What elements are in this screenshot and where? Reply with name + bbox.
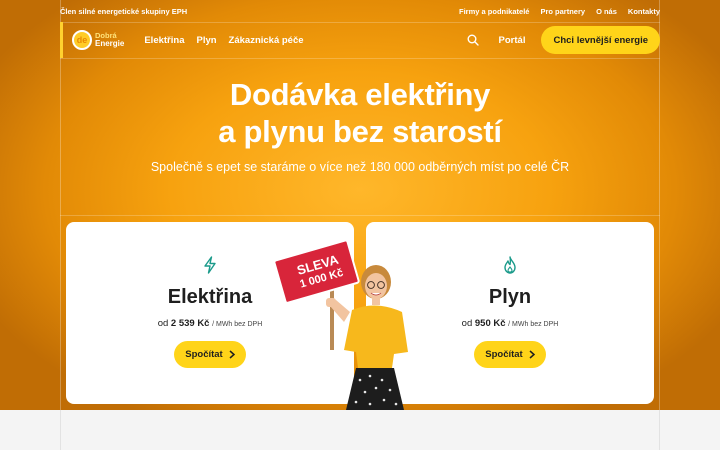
calculate-gas-button[interactable]: Spočítat xyxy=(474,341,546,368)
price-value: 2 539 Kč xyxy=(170,318,210,329)
top-bar: Člen silné energetické skupiny EPH Firmy… xyxy=(60,0,660,22)
portal-link[interactable]: Portál xyxy=(499,35,526,46)
link-partners[interactable]: Pro partnery xyxy=(540,7,585,16)
hero-subtitle: Společně s epet se staráme o více než 18… xyxy=(150,160,570,174)
cheaper-energy-button[interactable]: Chci levnější energie xyxy=(541,26,660,54)
nav-accent-bar xyxy=(60,22,63,58)
layout-guide xyxy=(659,0,660,410)
layout-guide xyxy=(60,410,61,450)
layout-guide xyxy=(60,215,660,216)
logo[interactable]: de Dobrá Energie xyxy=(72,30,124,50)
search-icon[interactable] xyxy=(465,32,481,48)
link-contacts[interactable]: Kontakty xyxy=(628,7,660,16)
nav-right: Portál Chci levnější energie xyxy=(465,26,660,54)
logo-text: Dobrá Energie xyxy=(95,32,124,48)
top-links: Firmy a podnikatelé Pro partnery O nás K… xyxy=(459,7,660,16)
hero-headline: Dodávka elektřiny a plynu bez starostí xyxy=(0,76,720,150)
price-prefix: od xyxy=(461,318,473,329)
button-label: Spočítat xyxy=(485,349,523,360)
main-nav: de Dobrá Energie Elektřina Plyn Zákaznic… xyxy=(60,22,660,58)
layout-guide xyxy=(60,0,61,410)
logo-mark-icon: de xyxy=(72,30,92,50)
price-unit: / MWh bez DPH xyxy=(212,321,263,328)
logo-line2: Energie xyxy=(95,39,125,48)
group-note: Člen silné energetické skupiny EPH xyxy=(60,6,188,16)
price-value: 950 Kč xyxy=(474,318,506,329)
nav-item-electricity[interactable]: Elektřina xyxy=(144,35,184,46)
link-firms[interactable]: Firmy a podnikatelé xyxy=(459,7,529,16)
chevron-right-icon xyxy=(229,350,235,359)
calculate-electricity-button[interactable]: Spočítat xyxy=(174,341,246,368)
price-prefix: od xyxy=(157,318,169,329)
headline-line2: a plynu bez starostí xyxy=(218,114,502,149)
layout-guide xyxy=(60,58,660,59)
nav-item-customer-care[interactable]: Zákaznická péče xyxy=(229,35,304,46)
hero-section: Člen silné energetické skupiny EPH Firmy… xyxy=(0,0,720,410)
button-label: Spočítat xyxy=(185,349,223,360)
headline-line1: Dodávka elektřiny xyxy=(229,77,491,112)
below-fold-area xyxy=(0,410,720,450)
chevron-right-icon xyxy=(529,350,535,359)
link-about[interactable]: O nás xyxy=(596,7,617,16)
nav-item-gas[interactable]: Plyn xyxy=(196,35,216,46)
price-unit: / MWh bez DPH xyxy=(508,321,559,328)
layout-guide xyxy=(659,410,660,450)
nav-menu: Elektřina Plyn Zákaznická péče xyxy=(144,35,303,46)
